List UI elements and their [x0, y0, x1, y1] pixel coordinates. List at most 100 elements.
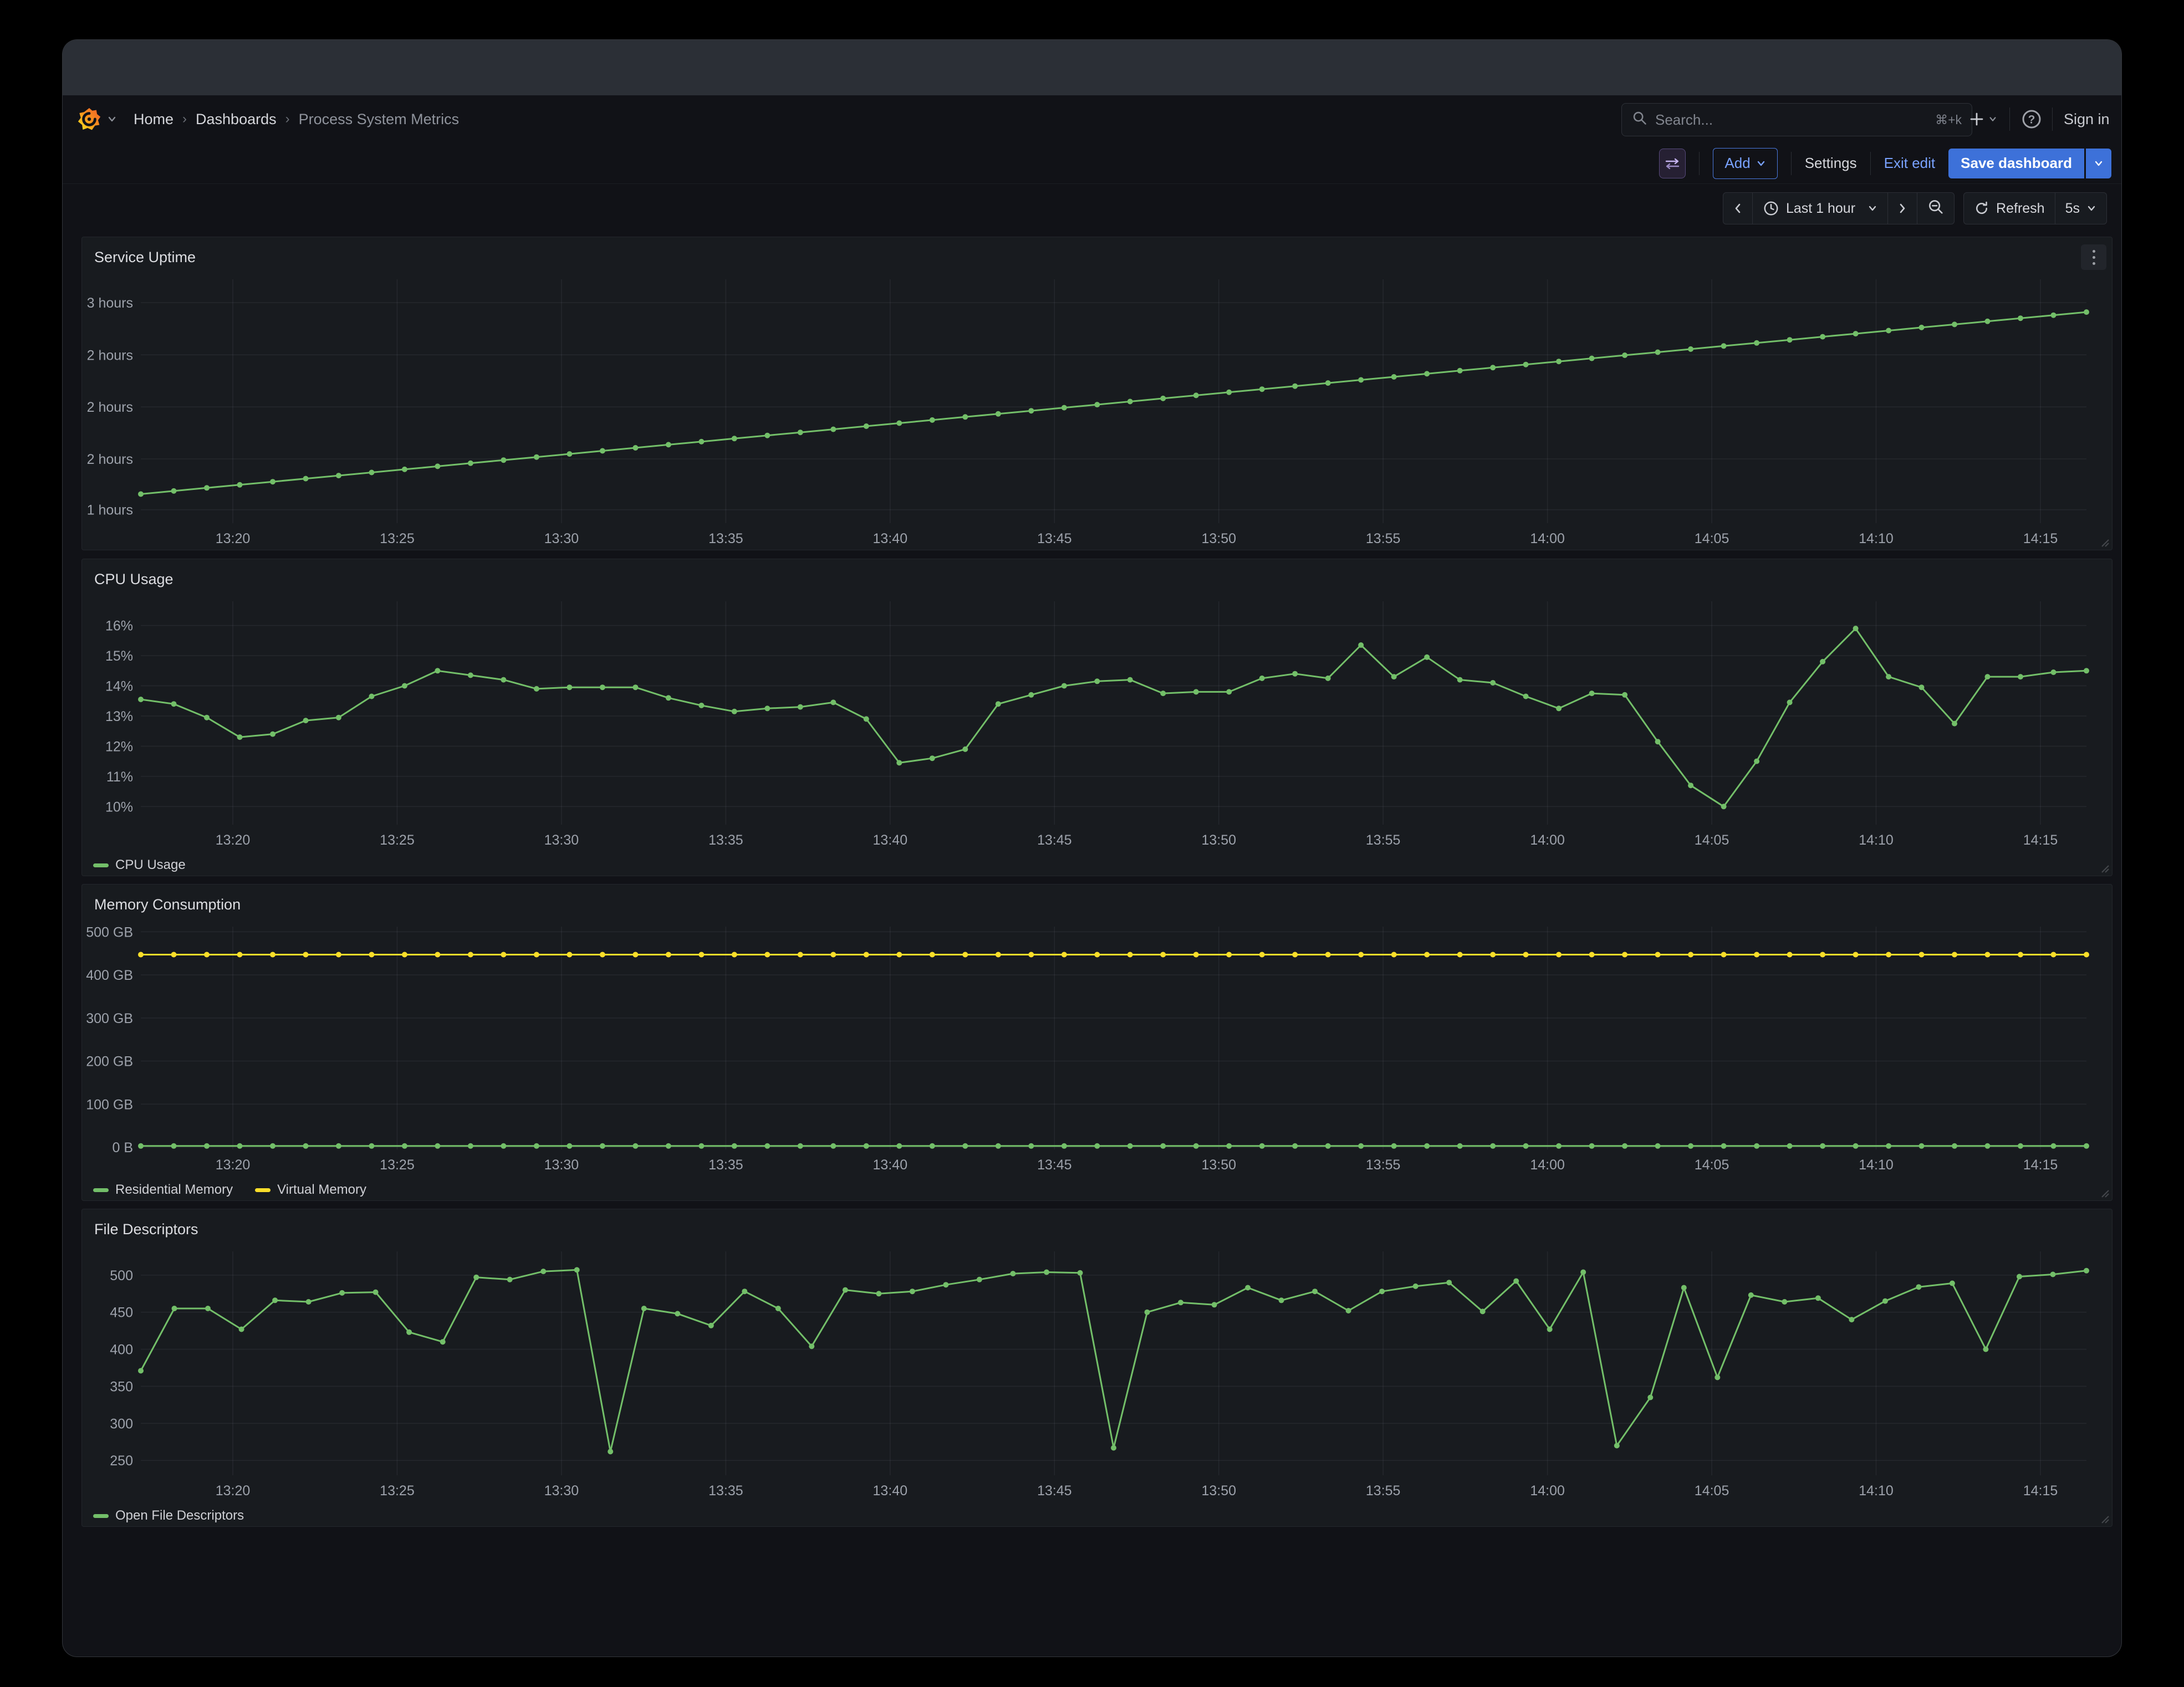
panel-resize-handle[interactable]: [2099, 1513, 2110, 1524]
svg-text:?: ?: [2028, 114, 2035, 126]
svg-text:450: 450: [110, 1305, 133, 1321]
svg-text:13:30: 13:30: [544, 531, 579, 546]
chart-legend: Residential Memory Virtual Memory: [82, 1178, 2112, 1202]
svg-text:14:00: 14:00: [1530, 832, 1565, 848]
browser-toolbar: Private localhost A文: [63, 40, 2121, 95]
add-menu-button[interactable]: [1968, 111, 1997, 127]
chevron-down-icon: [2094, 160, 2104, 167]
breadcrumb-dashboards[interactable]: Dashboards: [196, 111, 277, 128]
svg-text:14:10: 14:10: [1859, 832, 1894, 848]
svg-text:250: 250: [110, 1453, 133, 1469]
panel-resize-handle[interactable]: [2099, 536, 2110, 548]
save-dashboard-button[interactable]: Save dashboard: [1948, 149, 2084, 178]
panel-menu-icon[interactable]: [2081, 244, 2106, 270]
memory-chart[interactable]: 13:2013:2513:3013:3513:4013:4513:5013:55…: [85, 919, 2109, 1175]
panel-resize-handle[interactable]: [2099, 862, 2110, 873]
zoom-out-icon: [1927, 198, 1944, 219]
svg-text:300: 300: [110, 1416, 133, 1432]
svg-text:13:30: 13:30: [544, 1483, 579, 1499]
grafana-logo[interactable]: [77, 107, 117, 131]
sign-in-button[interactable]: Sign in: [2064, 111, 2110, 128]
refresh-button[interactable]: Refresh: [1963, 192, 2055, 224]
svg-text:400 GB: 400 GB: [86, 968, 133, 983]
dashboard-settings-button[interactable]: Settings: [1805, 155, 1857, 172]
svg-text:300 GB: 300 GB: [86, 1011, 133, 1026]
svg-text:12%: 12%: [105, 739, 133, 754]
svg-text:14:05: 14:05: [1695, 1157, 1729, 1173]
svg-text:13:45: 13:45: [1037, 1483, 1072, 1499]
uptime-chart[interactable]: 13:2013:2513:3013:3513:4013:4513:5013:55…: [85, 272, 2109, 549]
time-range-picker[interactable]: Last 1 hour: [1752, 192, 1888, 224]
refresh-icon: [1974, 201, 1989, 216]
svg-text:13:55: 13:55: [1366, 1157, 1401, 1173]
help-button[interactable]: ?: [2020, 108, 2043, 130]
svg-text:13:50: 13:50: [1201, 1483, 1236, 1499]
svg-text:13:45: 13:45: [1037, 531, 1072, 546]
dashboard-edit-toolbar: Add Settings Exit edit Save dashboard: [63, 143, 2121, 184]
time-range-label: Last 1 hour: [1786, 201, 1855, 217]
time-controls-bar: Last 1 hour Refresh: [63, 184, 2121, 233]
panel-title: Memory Consumption: [94, 896, 241, 913]
svg-text:13:40: 13:40: [873, 531, 908, 546]
legend-item[interactable]: CPU Usage: [93, 857, 186, 873]
zoom-out-button[interactable]: [1917, 192, 1955, 224]
breadcrumb-home[interactable]: Home: [134, 111, 174, 128]
legend-item[interactable]: Residential Memory: [93, 1182, 233, 1198]
svg-text:13:20: 13:20: [216, 531, 251, 546]
svg-text:14:00: 14:00: [1530, 1157, 1565, 1173]
panel-resize-handle[interactable]: [2099, 1187, 2110, 1198]
file-descriptors-chart[interactable]: 13:2013:2513:3013:3513:4013:4513:5013:55…: [85, 1244, 2109, 1501]
refresh-interval-picker[interactable]: 5s: [2055, 192, 2107, 224]
divider: [2009, 108, 2010, 131]
panel-cpu-usage: CPU Usage 13:2013:2513:3013:3513:4013:45…: [81, 559, 2112, 876]
svg-text:14:10: 14:10: [1859, 1483, 1894, 1499]
svg-text:14:15: 14:15: [2023, 531, 2058, 546]
svg-text:350: 350: [110, 1379, 133, 1394]
divider: [2052, 108, 2053, 131]
svg-text:13:50: 13:50: [1201, 1157, 1236, 1173]
plus-icon: [1968, 111, 1985, 127]
refresh-label: Refresh: [1996, 201, 2045, 217]
svg-text:2 hours: 2 hours: [87, 400, 133, 415]
browser-window: Private localhost A文: [63, 40, 2121, 1657]
search-icon: [1632, 110, 1647, 130]
svg-text:14:00: 14:00: [1530, 531, 1565, 546]
divider: [1870, 152, 1871, 175]
svg-text:13:35: 13:35: [708, 832, 743, 848]
svg-text:10%: 10%: [105, 799, 133, 815]
svg-text:2 hours: 2 hours: [87, 452, 133, 467]
svg-text:13:35: 13:35: [708, 531, 743, 546]
save-dashboard-caret[interactable]: [2086, 149, 2111, 178]
legend-item[interactable]: Open File Descriptors: [93, 1508, 244, 1524]
panel-memory-consumption: Memory Consumption 13:2013:2513:3013:351…: [81, 884, 2112, 1201]
svg-text:14:15: 14:15: [2023, 1483, 2058, 1499]
search-input[interactable]: Search... ⌘+k: [1621, 103, 1972, 136]
add-panel-button[interactable]: Add: [1713, 148, 1777, 179]
exit-edit-button[interactable]: Exit edit: [1884, 155, 1936, 172]
cpu-chart[interactable]: 13:2013:2513:3013:3513:4013:4513:5013:55…: [85, 594, 2109, 850]
svg-text:14:10: 14:10: [1859, 531, 1894, 546]
clock-icon: [1763, 200, 1779, 217]
grafana-nav-bar: Home › Dashboards › Process System Metri…: [63, 95, 2121, 144]
chevron-down-icon: [1756, 160, 1766, 167]
svg-text:13:55: 13:55: [1366, 531, 1401, 546]
panel-title: File Descriptors: [94, 1221, 198, 1238]
time-back-button[interactable]: [1723, 192, 1753, 224]
svg-text:13:50: 13:50: [1201, 832, 1236, 848]
panel-header: CPU Usage: [82, 559, 2112, 594]
chevron-down-icon: [1867, 205, 1877, 212]
svg-text:13:40: 13:40: [873, 1157, 908, 1173]
svg-text:13:30: 13:30: [544, 1157, 579, 1173]
svg-text:15%: 15%: [105, 648, 133, 664]
svg-text:1 hours: 1 hours: [87, 503, 133, 518]
toggle-edit-pane-button[interactable]: [1659, 149, 1686, 178]
svg-text:13:50: 13:50: [1201, 531, 1236, 546]
svg-text:100 GB: 100 GB: [86, 1097, 133, 1112]
time-forward-button[interactable]: [1887, 192, 1917, 224]
legend-item[interactable]: Virtual Memory: [255, 1182, 366, 1198]
panel-header: Service Uptime: [82, 237, 2112, 272]
breadcrumb-current: Process System Metrics: [299, 111, 460, 128]
svg-text:14%: 14%: [105, 678, 133, 694]
svg-text:500: 500: [110, 1268, 133, 1284]
svg-text:14:00: 14:00: [1530, 1483, 1565, 1499]
